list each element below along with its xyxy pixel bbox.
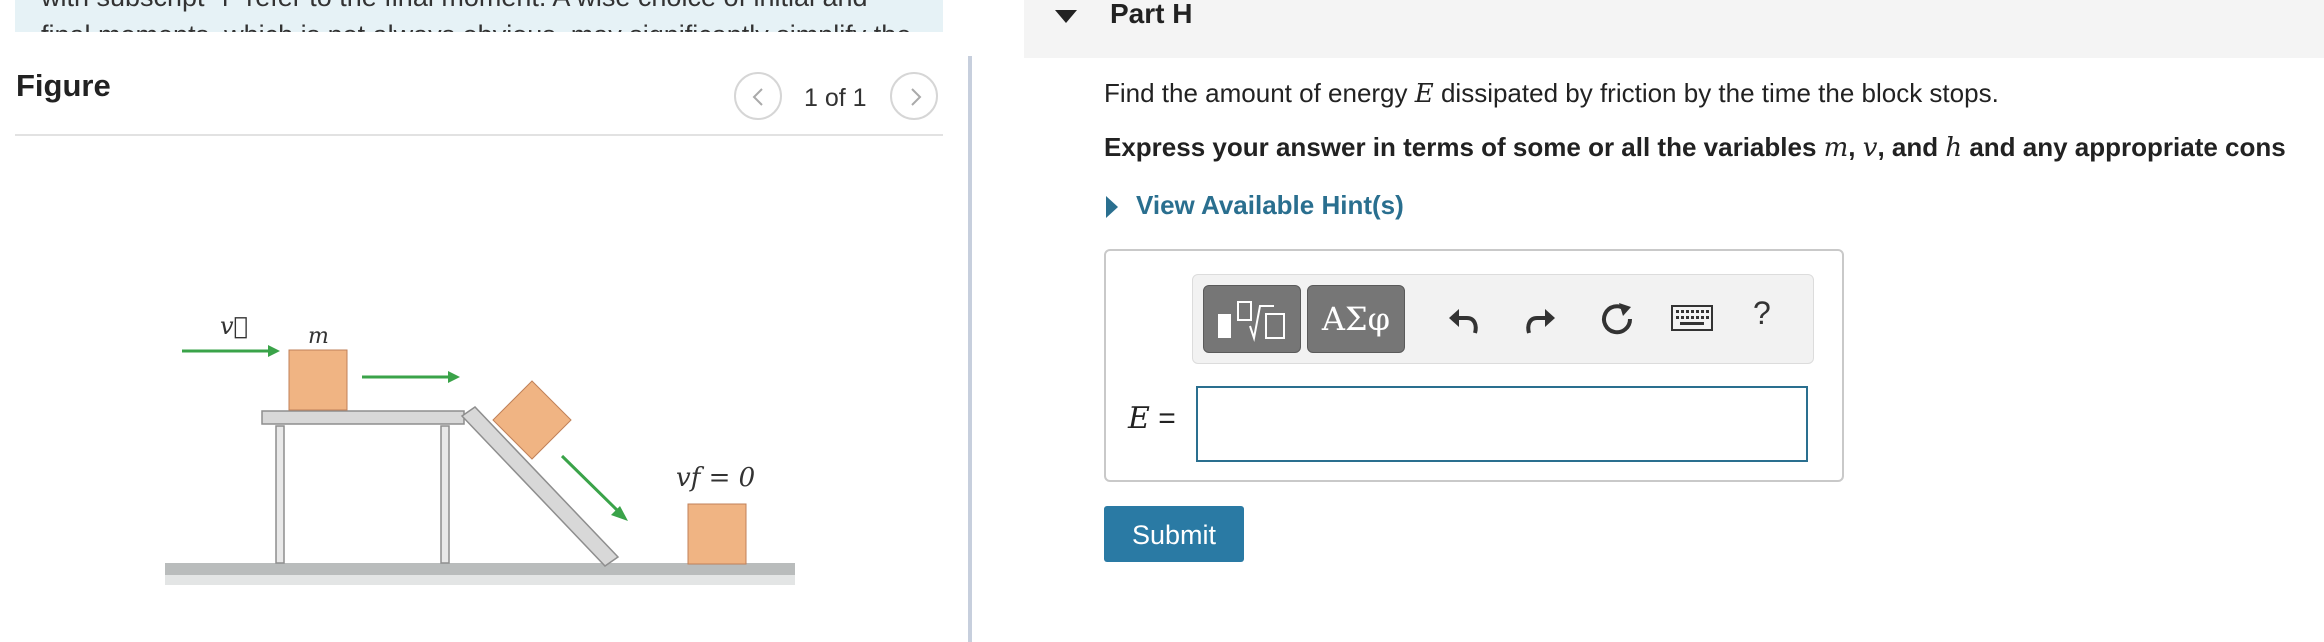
final-velocity-label: vf = 0 (676, 463, 755, 493)
motion-arrow-head (448, 371, 460, 383)
figure-pane: with subscript "f" refer to the final mo… (0, 0, 968, 642)
question-pre: Find the amount of energy (1104, 78, 1415, 108)
redo-icon[interactable] (1521, 299, 1561, 339)
figure-pager: 1 of 1 (804, 84, 867, 112)
problem-note: with subscript "f" refer to the final mo… (15, 0, 943, 32)
answer-box: ΑΣφ ? E = (1104, 249, 1844, 482)
instruction-var-m: m (1823, 133, 1849, 163)
math-toolbar: ΑΣφ ? (1192, 274, 1814, 364)
question-variable: E (1414, 79, 1434, 109)
part-header[interactable]: Part H (1024, 0, 2324, 58)
question-post: dissipated by friction by the time the b… (1433, 78, 1999, 108)
keyboard-icon[interactable] (1671, 305, 1713, 333)
undo-icon[interactable] (1443, 299, 1483, 339)
instruction-post: and any appropriate cons (1962, 132, 2286, 162)
block-on-table (288, 349, 348, 411)
table-leg-right (440, 425, 450, 564)
instruction-var-v: v (1862, 133, 1878, 163)
reset-icon[interactable] (1597, 299, 1637, 339)
submit-button[interactable]: Submit (1104, 506, 1244, 562)
figure-divider (15, 134, 943, 136)
velocity-arrow-head (268, 345, 280, 357)
part-title: Part H (1110, 0, 1193, 29)
figure-title: Figure (16, 68, 111, 103)
chevron-right-icon (911, 88, 922, 106)
answer-label-var: E (1128, 401, 1150, 436)
help-button[interactable]: ? (1753, 295, 1771, 332)
pane-divider[interactable] (968, 56, 972, 642)
answer-label: E = (1128, 401, 1176, 436)
next-figure-button[interactable] (890, 72, 938, 120)
previous-figure-button[interactable] (734, 72, 782, 120)
view-hints-link[interactable]: View Available Hint(s) (1136, 190, 1404, 221)
answer-label-eq: = (1149, 402, 1176, 435)
ramp-arrow (560, 454, 620, 513)
instruction-var-h: h (1945, 133, 1963, 163)
answer-input[interactable] (1196, 386, 1808, 462)
instruction-sep-1: , (1848, 132, 1863, 162)
caret-down-icon (1055, 10, 1077, 23)
symbols-button[interactable]: ΑΣφ (1307, 285, 1405, 353)
templates-button[interactable] (1203, 285, 1301, 353)
block-incline-figure: v⃗ m vf = 0 (165, 312, 795, 585)
velocity-label: v⃗ (220, 312, 248, 340)
problem-note-text: with subscript "f" refer to the final mo… (41, 0, 921, 32)
table-top (261, 410, 465, 425)
template-icon (1218, 301, 1285, 342)
caret-right-icon (1106, 196, 1118, 218)
answer-instruction: Express your answer in terms of some or … (1104, 132, 2286, 163)
instruction-sep-2: , and (1877, 132, 1946, 162)
question-text: Find the amount of energy E dissipated b… (1104, 78, 1999, 109)
instruction-pre: Express your answer in terms of some or … (1104, 132, 1824, 162)
block-final (687, 503, 747, 565)
ground-surface (165, 563, 795, 575)
ground-shadow (165, 575, 795, 585)
chevron-left-icon (752, 88, 763, 106)
table-leg-left (275, 425, 285, 564)
mass-label: m (308, 324, 329, 349)
